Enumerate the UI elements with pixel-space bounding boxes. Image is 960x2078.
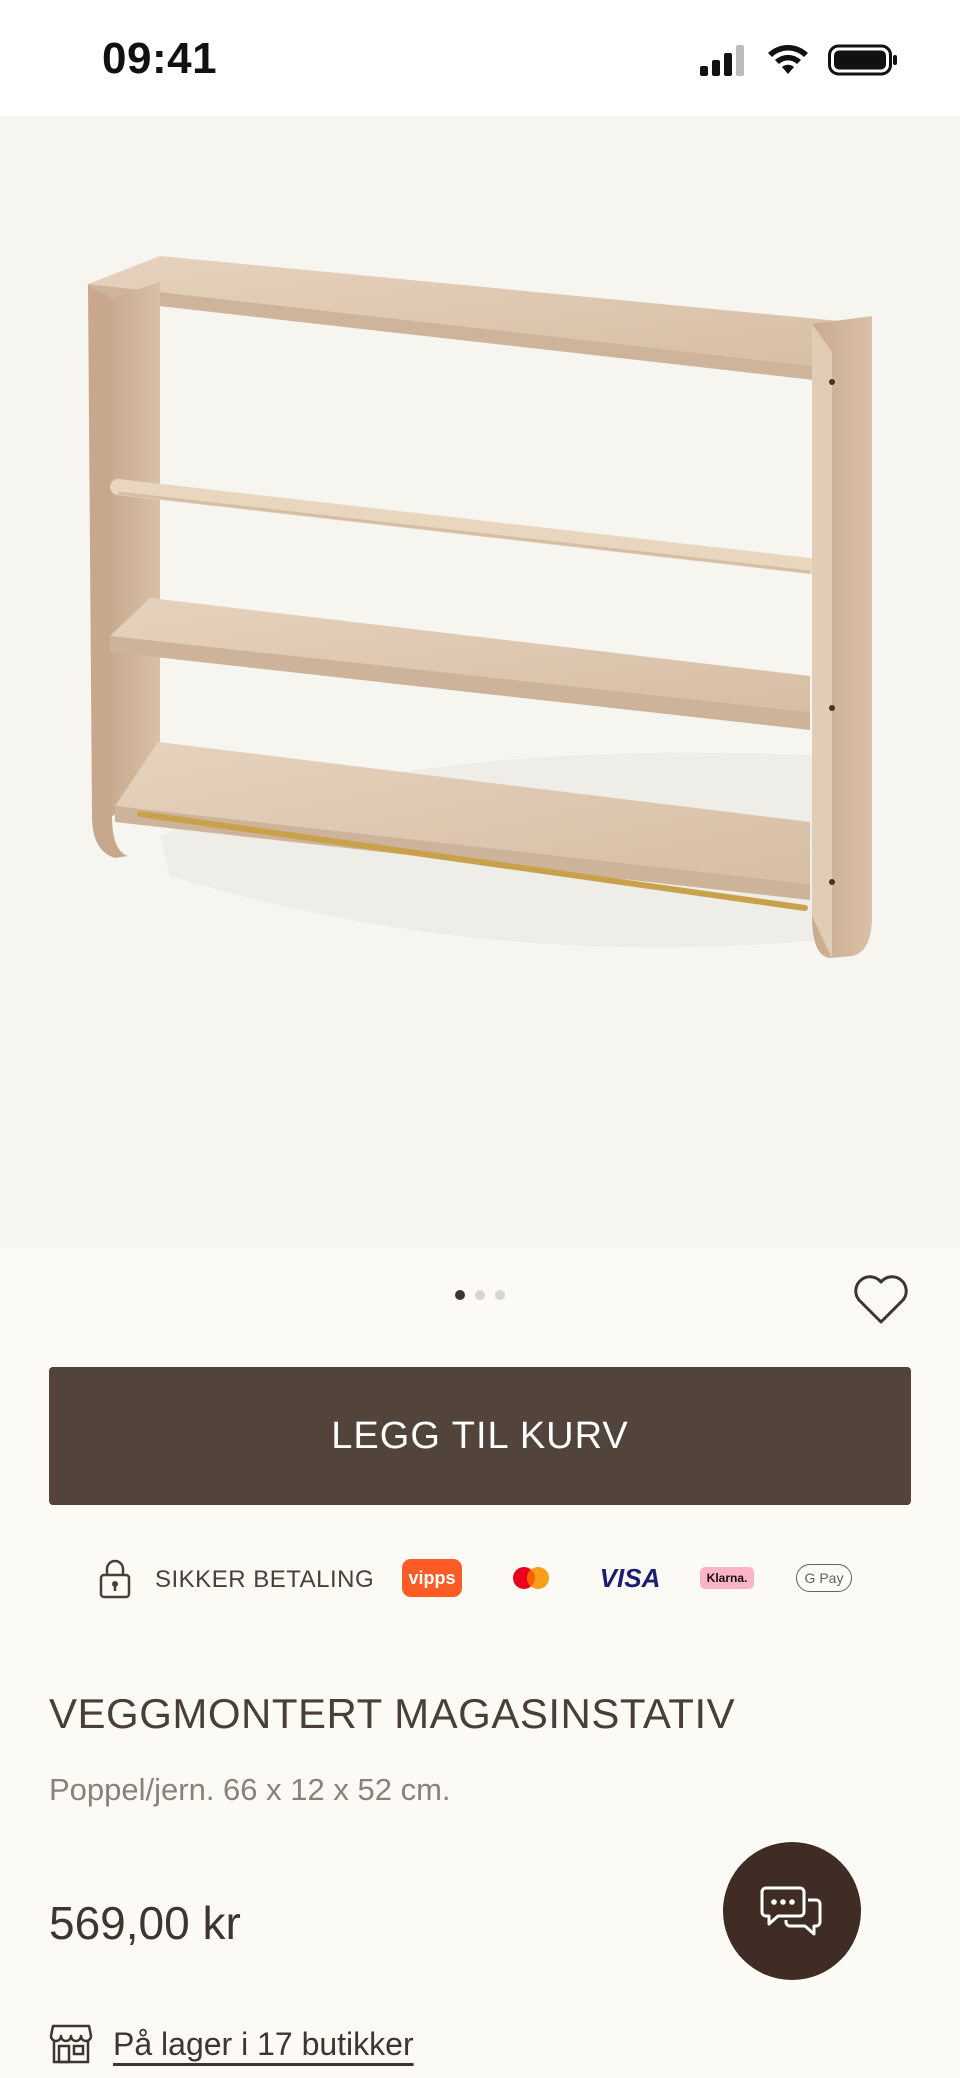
- wifi-icon: [768, 45, 808, 74]
- store-icon: [49, 2024, 93, 2064]
- vipps-logo: vipps: [402, 1559, 462, 1597]
- add-to-cart-button[interactable]: LEGG TIL KURV: [49, 1367, 911, 1505]
- battery-icon: [828, 44, 897, 76]
- stock-link[interactable]: På lager i 17 butikker: [113, 2026, 414, 2063]
- product-title: VEGGMONTERT MAGASINSTATIV: [49, 1690, 736, 1737]
- favorite-button[interactable]: [852, 1272, 910, 1326]
- secure-payment-row: SIKKER BETALING vipps VISA Klarna. G Pay: [0, 1555, 960, 1605]
- magazine-rack-image: [88, 256, 872, 958]
- mastercard-logo: [508, 1559, 554, 1597]
- carousel-dot-3[interactable]: [495, 1290, 505, 1300]
- product-image[interactable]: [0, 116, 960, 1248]
- product-description: Poppel/jern. 66 x 12 x 52 cm.: [49, 1772, 451, 1807]
- lock-icon: [99, 1559, 131, 1599]
- carousel-dot-2[interactable]: [475, 1290, 485, 1300]
- carousel-dot-1[interactable]: [455, 1290, 465, 1300]
- status-bar: 09:41: [0, 0, 960, 116]
- heart-icon: [854, 1275, 908, 1324]
- visa-logo: VISA: [599, 1562, 661, 1593]
- status-icons: [700, 44, 898, 76]
- chat-button[interactable]: [723, 1842, 861, 1980]
- carousel-dots: [0, 1290, 960, 1310]
- product-price: 569,00 kr: [49, 1897, 241, 1949]
- google-pay-logo: G Pay: [796, 1564, 852, 1592]
- secure-payment-label: SIKKER BETALING: [155, 1566, 375, 1593]
- status-time: 09:41: [102, 34, 218, 83]
- klarna-logo: Klarna.: [700, 1567, 754, 1589]
- signal-icon: [700, 45, 744, 76]
- chat-bubbles-icon: [760, 1886, 822, 1936]
